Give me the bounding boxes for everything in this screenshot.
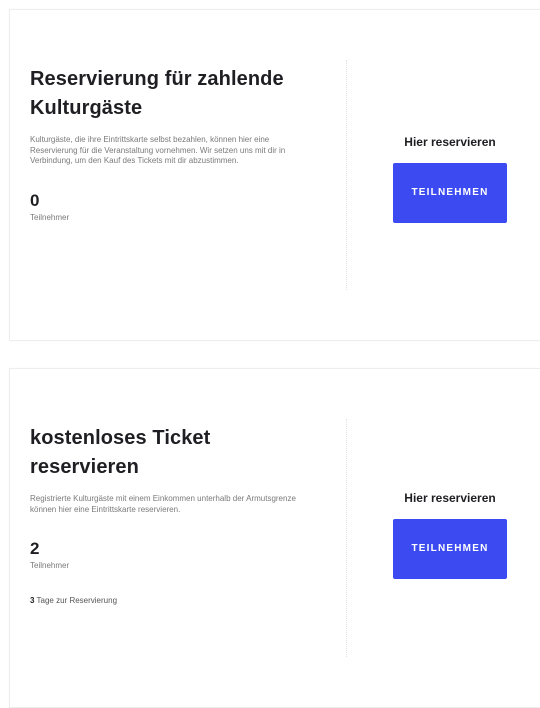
reservation-card-paying: Reservierung für zahlende Kulturgäste Ku… [9,9,540,341]
card-info: kostenloses Ticket reservieren Registrie… [30,424,310,605]
days-number: 3 [30,596,35,605]
reservation-card-free-ticket: kostenloses Ticket reservieren Registrie… [9,368,540,708]
participant-count-label: Teilnehmer [30,561,70,570]
card-info: Reservierung für zahlende Kulturgäste Ku… [30,65,310,222]
cta-title: Hier reservieren [404,491,496,505]
participant-count: 2 [30,539,40,558]
participant-count: 0 [30,190,40,210]
cta-section: Hier reservieren TEILNEHMEN [385,135,515,223]
card-title: Reservierung für zahlende Kulturgäste [30,68,284,119]
cta-title: Hier reservieren [404,135,496,149]
cta-section: Hier reservieren TEILNEHMEN [385,491,515,579]
card-description: Registrierte Kulturgäste mit einem Einko… [30,494,296,514]
participate-button[interactable]: TEILNEHMEN [393,163,507,223]
card-description: Kulturgäste, die ihre Eintrittskarte sel… [30,135,286,165]
card-divider [346,60,347,290]
card-title: kostenloses Ticket reservieren [30,427,211,478]
reservation-days-remaining: 3 Tage zur Reservierung [30,596,310,605]
card-divider [346,419,347,657]
participant-count-label: Teilnehmer [30,212,70,222]
days-text: Tage zur Reservierung [36,596,118,605]
participate-button[interactable]: TEILNEHMEN [393,519,507,579]
